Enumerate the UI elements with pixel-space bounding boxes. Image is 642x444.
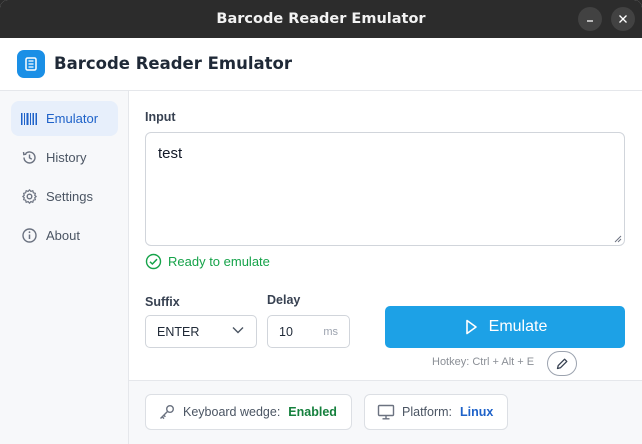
app-header: Barcode Reader Emulator (0, 38, 642, 91)
window-titlebar[interactable]: Barcode Reader Emulator (0, 0, 642, 38)
sidebar: Emulator History Settings About (0, 91, 129, 444)
status-indicator: Ready to emulate (145, 253, 270, 270)
window-title: Barcode Reader Emulator (216, 11, 426, 27)
minimize-icon (587, 20, 593, 22)
monitor-icon (377, 404, 395, 420)
delay-label: Delay (267, 293, 301, 307)
delay-value: 10 (279, 324, 293, 339)
platform-label: Platform: (402, 405, 453, 419)
barcode-icon (20, 110, 38, 128)
scanner-icon (25, 57, 37, 71)
app-title: Barcode Reader Emulator (54, 54, 292, 73)
pencil-icon (556, 358, 568, 369)
suffix-value: ENTER (157, 324, 200, 339)
platform-value: Linux (460, 405, 494, 419)
input-label: Input (145, 110, 176, 124)
sidebar-item-label: History (46, 150, 87, 165)
input-value: test (158, 145, 183, 162)
sidebar-item-settings[interactable]: Settings (11, 179, 118, 214)
emulator-panel: Input test Ready to emulate Suffix Delay… (129, 91, 642, 380)
wedge-label: Keyboard wedge: (183, 405, 281, 419)
app-logo (17, 50, 45, 78)
close-button[interactable] (611, 7, 635, 31)
app-window: Barcode Reader Emulator Barcode Reader E… (0, 0, 642, 444)
resize-grip-icon[interactable] (613, 234, 622, 243)
status-footer: Keyboard wedge: Enabled Platform: Linux (129, 380, 642, 444)
emulate-label: Emulate (488, 318, 548, 335)
sidebar-item-emulator[interactable]: Emulator (11, 101, 118, 136)
close-icon (619, 15, 627, 23)
check-circle-icon (145, 253, 162, 270)
suffix-select[interactable]: ENTER (145, 315, 257, 348)
sidebar-item-label: Settings (46, 189, 93, 204)
edit-hotkey-button[interactable] (547, 351, 577, 376)
suffix-label: Suffix (145, 295, 180, 309)
status-text: Ready to emulate (168, 254, 270, 269)
gear-icon (20, 188, 38, 206)
wedge-value: Enabled (288, 405, 337, 419)
platform-chip: Platform: Linux (364, 394, 508, 430)
sidebar-item-history[interactable]: History (11, 140, 118, 175)
input-textarea[interactable]: test (145, 132, 625, 246)
sidebar-item-label: Emulator (46, 111, 99, 126)
key-icon (160, 405, 174, 420)
sidebar-item-about[interactable]: About (11, 218, 118, 253)
info-icon (20, 227, 38, 245)
minimize-button[interactable] (578, 7, 602, 31)
hotkey-hint: Hotkey: Ctrl + Alt + E (432, 356, 535, 368)
sidebar-item-label: About (46, 228, 80, 243)
chevron-down-icon (232, 327, 244, 334)
delay-input[interactable]: 10 ms (267, 315, 350, 348)
keyboard-wedge-chip: Keyboard wedge: Enabled (145, 394, 352, 430)
emulate-button[interactable]: Emulate (385, 306, 625, 348)
play-icon (465, 319, 477, 335)
history-icon (20, 149, 38, 167)
delay-unit: ms (323, 325, 338, 338)
